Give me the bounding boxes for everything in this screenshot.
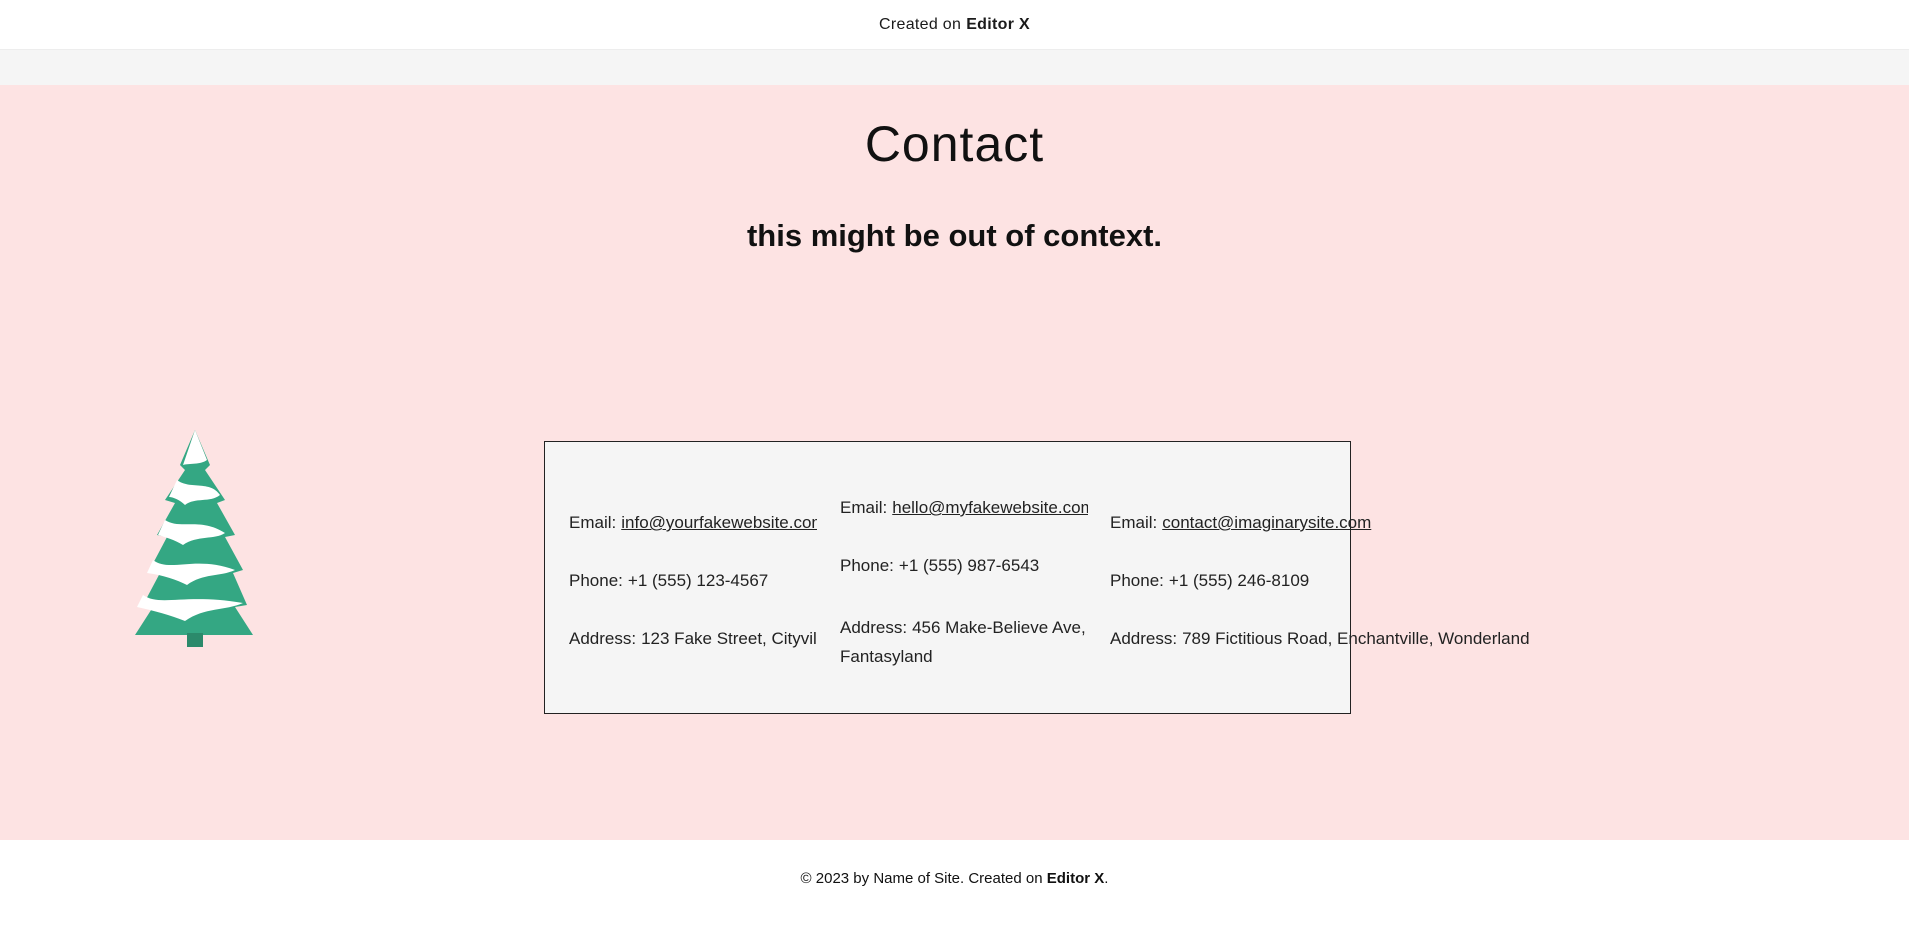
- email-row: Email: info@yourfakewebsite.com: [569, 512, 817, 570]
- email-link[interactable]: hello@myfakewebsite.com: [892, 498, 1088, 517]
- address-row: Address: 456 Make-Believe Ave, Fantasylan…: [840, 613, 1088, 671]
- address-row: Address: 789 Fictitious Road, Enchantvill…: [1110, 628, 1530, 686]
- email-link[interactable]: info@yourfakewebsite.com: [621, 513, 817, 532]
- pine-tree-icon: [135, 430, 253, 647]
- contact-column-3: Email: contact@imaginarysite.com Phone: +1…: [1110, 442, 1530, 713]
- email-link[interactable]: contact@imaginarysite.com: [1162, 513, 1371, 532]
- phone-row: Phone: +1 (555) 987-6543: [840, 555, 1088, 613]
- footer-brand-link[interactable]: Editor X: [1047, 870, 1105, 887]
- header-strip: [0, 50, 1909, 85]
- address-value: 789 Fictitious Road, Enchantville, Wonde…: [1182, 629, 1530, 648]
- address-label: Address:: [840, 618, 908, 637]
- footer-text: © 2023 by Name of Site. Created on: [800, 870, 1043, 887]
- phone-label: Phone:: [1110, 571, 1164, 590]
- phone-value: +1 (555) 987-6543: [898, 556, 1040, 575]
- phone-value: +1 (555) 123-4567: [627, 571, 769, 590]
- page-subtitle: this might be out of context.: [746, 218, 1163, 253]
- phone-label: Phone:: [840, 556, 894, 575]
- contact-column-2: Email: hello@myfakewebsite.com Phone: +1 (…: [840, 442, 1088, 713]
- address-row: Address: 123 Fake Street, Cityville: [569, 628, 817, 686]
- email-row: Email: contact@imaginarysite.com: [1110, 512, 1530, 570]
- site-footer: © 2023 by Name of Site. Created on Edito…: [0, 870, 1909, 887]
- top-banner-brand-link[interactable]: Editor X: [966, 16, 1030, 34]
- contact-info-box: Email: info@yourfakewebsite.com Phone: +1 …: [544, 441, 1530, 714]
- address-label: Address:: [1110, 629, 1178, 648]
- footer-end: .: [1104, 870, 1109, 887]
- phone-row: Phone: +1 (555) 246-8109: [1110, 570, 1530, 628]
- top-banner: Created on Editor X: [0, 0, 1909, 50]
- phone-row: Phone: +1 (555) 123-4567: [569, 570, 817, 628]
- contact-column-1: Email: info@yourfakewebsite.com Phone: +1 …: [569, 442, 817, 713]
- email-label: Email:: [569, 513, 617, 532]
- email-row: Email: hello@myfakewebsite.com: [840, 497, 1088, 555]
- phone-value: +1 (555) 246-8109: [1168, 571, 1310, 590]
- address-value: 123 Fake Street, Cityville: [641, 629, 817, 648]
- email-label: Email:: [840, 498, 888, 517]
- email-label: Email:: [1110, 513, 1158, 532]
- page-title: Contact: [864, 116, 1045, 172]
- top-banner-text: Created on: [879, 15, 962, 33]
- phone-label: Phone:: [569, 571, 623, 590]
- address-label: Address:: [569, 629, 637, 648]
